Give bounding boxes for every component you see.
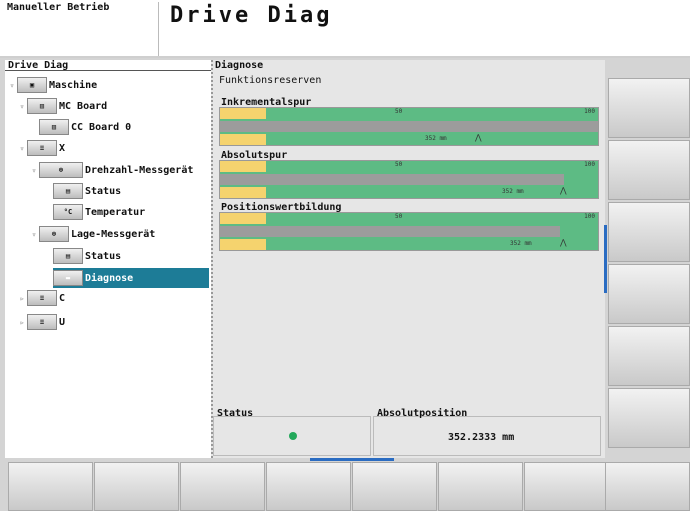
reserve-bar: 50 100 352 mm ⋀ [219,212,599,251]
tree-node-status[interactable]: ▤ Status [53,246,121,266]
marker-icon: ⋀ [560,186,567,195]
top-bar: Manueller Betrieb Drive Diag [0,0,690,58]
tree-node-label: Maschine [49,79,98,91]
board-icon: ▥ [39,119,69,135]
tree-panel: Drive Diag ▿ ▣ Maschine ▿ ▥ MC Board ▥ C… [5,60,211,458]
marker-icon: ⋀ [475,133,482,142]
tree-node-axis-u[interactable]: ▹ ≡ U [17,312,65,332]
absolute-position-label: Absolutposition [377,408,468,419]
warning-zone [220,108,266,119]
softkey-h1[interactable] [8,462,93,511]
status-led-icon [289,432,297,440]
tree-node-drehzahl-messgeraet[interactable]: ▿ ⊚ Drehzahl-Messgerät [29,160,193,180]
expand-toggle-icon[interactable]: ▿ [17,144,27,153]
tree-node-label: Temperatur [85,206,146,218]
axis-icon: ≡ [27,314,57,330]
softkey-h6[interactable] [438,462,523,511]
tree-node-label: X [59,142,66,154]
scale-max: 100 [584,161,595,168]
softkey-h2[interactable] [94,462,179,511]
machine-icon: ▣ [17,77,47,93]
tree-node-mc-board[interactable]: ▿ ▥ MC Board [17,96,107,116]
status-label: Status [217,408,254,419]
warning-zone [220,187,266,198]
encoder-icon: ⊚ [39,162,83,178]
softkey-v4[interactable] [608,264,690,324]
bottom-scroll-indicator [310,458,394,461]
tree-node-temperatur[interactable]: °C Temperatur [53,202,145,222]
encoder-icon: ⊚ [39,226,69,242]
horizontal-softkey-bar [0,462,690,511]
operating-mode: Manueller Betrieb [7,2,159,56]
vertical-softkey-bar [608,58,690,458]
expand-toggle-icon[interactable]: ▿ [29,166,39,175]
tree-node-label: CC Board 0 [71,121,132,133]
status-icon: ▤ [53,183,83,199]
tree-node-diagnose[interactable]: ▬ Diagnose [53,268,209,288]
reserve-level [220,226,561,237]
absolute-position-value: 352.2333 mm [448,432,515,443]
bar-value: 352 mm [502,188,524,195]
tree-node-label: Diagnose [85,272,134,284]
expand-toggle-icon[interactable]: ▿ [29,230,39,239]
softkey-h3[interactable] [180,462,265,511]
expand-toggle-icon[interactable]: ▿ [17,102,27,111]
tree-node-axis-c[interactable]: ▹ ≡ C [17,288,65,308]
reserve-level [220,121,598,132]
warning-zone [220,213,266,224]
function-reserves-title: Funktionsreserven [219,75,322,86]
softkey-v3[interactable] [608,202,690,262]
softkey-h5[interactable] [352,462,437,511]
softkey-v2[interactable] [608,140,690,200]
tree-node-label: Lage-Messgerät [71,228,156,240]
page-title: Drive Diag [170,3,333,28]
softkey-h8[interactable] [605,462,690,511]
expand-toggle-icon[interactable]: ▹ [17,318,27,327]
tree-node-label: Status [85,185,122,197]
tree-node-label: MC Board [59,100,108,112]
diagnose-icon: ▬ [53,270,83,286]
tree-node-maschine[interactable]: ▿ ▣ Maschine [7,75,97,95]
softkey-v1[interactable] [608,78,690,138]
expand-toggle-icon[interactable]: ▿ [7,81,17,90]
diagnose-panel: Diagnose Funktionsreserven Inkrementalsp… [211,60,605,458]
tree-node-cc-board[interactable]: ▥ CC Board 0 [39,117,131,137]
tree-node-label: C [59,292,66,304]
softkey-h4[interactable] [266,462,351,511]
right-scroll-indicator [604,225,607,293]
reserve-bar: 50 100 352 mm ⋀ [219,160,599,199]
axis-icon: ≡ [27,140,57,156]
diagnose-title: Diagnose [215,60,264,71]
softkey-h7[interactable] [524,462,609,511]
tree-node-status[interactable]: ▤ Status [53,181,121,201]
thermometer-icon: °C [53,204,83,220]
tree-node-label: Drehzahl-Messgerät [85,164,194,176]
expand-toggle-icon[interactable]: ▹ [17,294,27,303]
bar-value: 352 mm [425,135,447,142]
warning-zone [220,161,266,172]
scale-mid: 50 [395,108,403,115]
tree-node-axis-x[interactable]: ▿ ≡ X [17,138,65,158]
softkey-v5[interactable] [608,326,690,386]
scale-max: 100 [584,213,595,220]
tree-node-label: Status [85,250,122,262]
scale-mid: 50 [395,161,403,168]
status-icon: ▤ [53,248,83,264]
warning-zone [220,134,266,145]
scale-max: 100 [584,108,595,115]
tree-node-lage-messgeraet[interactable]: ▿ ⊚ Lage-Messgerät [29,224,155,244]
reserve-bar: 50 100 352 mm ⋀ [219,107,599,146]
board-icon: ▥ [27,98,57,114]
axis-icon: ≡ [27,290,57,306]
marker-icon: ⋀ [560,238,567,247]
tree-node-label: U [59,316,66,328]
warning-zone [220,239,266,250]
scale-mid: 50 [395,213,403,220]
tree-title: Drive Diag [5,60,211,71]
reserve-level [220,174,564,185]
bar-value: 352 mm [510,240,532,247]
softkey-v6[interactable] [608,388,690,448]
